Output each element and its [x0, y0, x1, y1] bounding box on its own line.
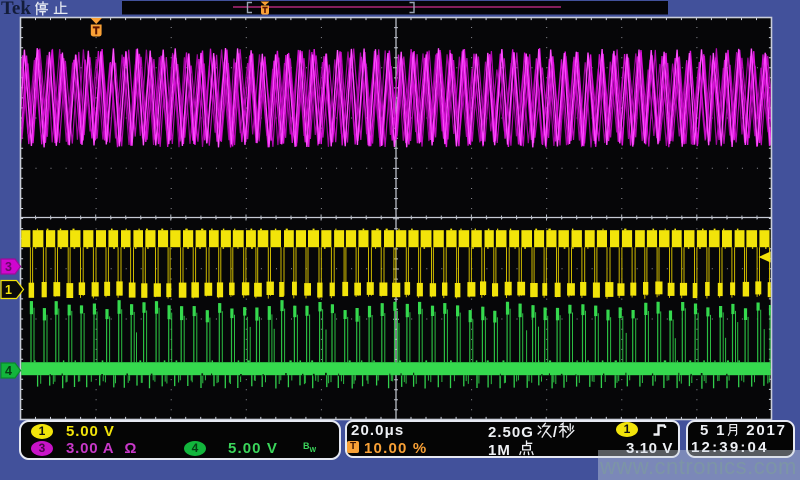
svg-text:3: 3 — [5, 260, 12, 274]
svg-text:1: 1 — [5, 283, 12, 297]
svg-text:4: 4 — [5, 364, 12, 378]
